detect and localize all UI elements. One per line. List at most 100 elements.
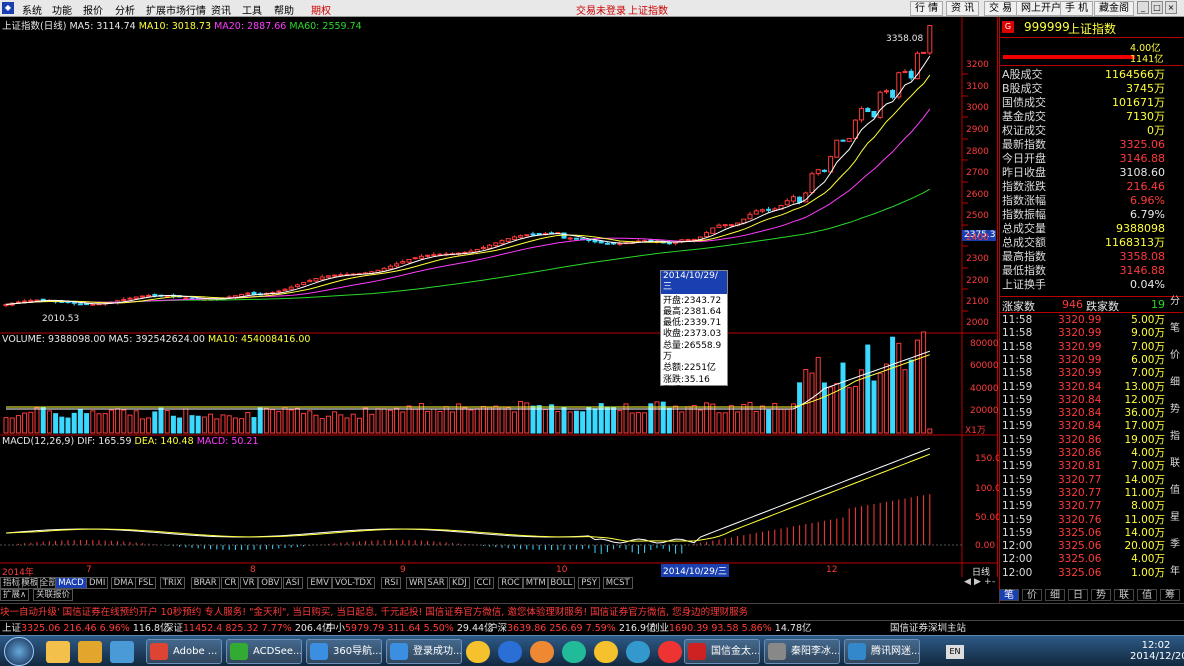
treasure-button[interactable]: 藏金阁: [1094, 1, 1134, 16]
indicator-tab-15[interactable]: RSI: [381, 577, 402, 589]
login-status[interactable]: 交易未登录: [576, 2, 626, 17]
minimize-icon[interactable]: _: [1137, 1, 1149, 14]
index-quote-0[interactable]: 上证3325.06 216.46 6.96% 116.8亿: [2, 621, 170, 636]
zoom-in-icon[interactable]: +: [984, 577, 992, 587]
tray-app-icon-0[interactable]: [466, 641, 490, 663]
tray-app-icon-5[interactable]: [626, 641, 650, 663]
start-button-icon[interactable]: [4, 637, 34, 666]
indicator-tab-5[interactable]: DMA: [110, 577, 137, 589]
taskbar-app-3[interactable]: 登录成功...: [386, 639, 462, 664]
indicator-tab-10[interactable]: VR: [239, 577, 258, 589]
quote-panel-tab-0[interactable]: 笔: [999, 589, 1019, 601]
menu-system[interactable]: 系统: [22, 2, 42, 17]
taskbar-app-0[interactable]: Adobe ...: [146, 639, 222, 664]
index-quote-2[interactable]: 中小5979.79 311.64 5.50% 29.44亿: [326, 621, 494, 636]
side-tab-2[interactable]: 价: [1167, 346, 1183, 361]
menu-info[interactable]: 资讯: [211, 2, 231, 17]
tray-app-icon-1[interactable]: [498, 641, 522, 663]
indicator-tab-4[interactable]: DMI: [86, 577, 109, 589]
indicator-tab-9[interactable]: CR: [221, 577, 240, 589]
quote-panel-tab-5[interactable]: 联: [1114, 589, 1134, 601]
side-tab-3[interactable]: 细: [1167, 373, 1183, 388]
indicator-tab-8[interactable]: BRAR: [190, 577, 220, 589]
taskbar-app-5[interactable]: 秦阳李冰...: [764, 639, 840, 664]
menu-help[interactable]: 帮助: [274, 2, 294, 17]
explorer-icon[interactable]: [46, 641, 70, 663]
maximize-icon[interactable]: □: [1151, 1, 1163, 14]
indicator-tab-12[interactable]: ASI: [282, 577, 303, 589]
indicator-tab-20[interactable]: ROC: [498, 577, 523, 589]
indicator-tab-22[interactable]: BOLL: [547, 577, 576, 589]
volume-bar: [852, 385, 858, 434]
quote-panel-tab-6[interactable]: 值: [1137, 589, 1157, 601]
side-tab-10[interactable]: 年: [1167, 562, 1183, 577]
language-icon[interactable]: EN: [946, 645, 964, 659]
indicator-tab-6[interactable]: FSL: [135, 577, 157, 589]
quote-panel-tab-3[interactable]: 日: [1068, 589, 1088, 601]
indicator-tab-7[interactable]: TRIX: [159, 577, 186, 589]
volume-bar: [536, 405, 542, 434]
news-button[interactable]: 资 讯: [946, 1, 980, 16]
taskbar-app-2[interactable]: 360导航...: [306, 639, 382, 664]
side-tab-9[interactable]: 季: [1167, 535, 1183, 550]
menu-tools[interactable]: 工具: [242, 2, 262, 17]
menu-function[interactable]: 功能: [52, 2, 72, 17]
related-quote-tab[interactable]: 关联报价: [33, 589, 74, 601]
quote-button[interactable]: 行 情: [910, 1, 944, 16]
tray-app-icon-4[interactable]: [594, 641, 618, 663]
ticker-text[interactable]: 块一自动升级' 国信证券在线预约开户 10秒预约 专人服务! "金天利", 当日…: [0, 607, 748, 618]
volume-bar: [152, 411, 158, 434]
side-tab-6[interactable]: 联: [1167, 454, 1183, 469]
indicator-tab-17[interactable]: SAR: [424, 577, 448, 589]
zoom-out-icon[interactable]: -: [992, 577, 995, 587]
app-pin-icon[interactable]: [110, 641, 134, 663]
expand-tab[interactable]: 扩展∧: [0, 589, 30, 601]
indicator-tab-19[interactable]: CCI: [473, 577, 494, 589]
kline-chart[interactable]: [0, 17, 998, 577]
tray-app-icon-6[interactable]: [658, 641, 682, 663]
index-quote-3[interactable]: 沪深3639.86 256.69 7.59% 216.9亿: [488, 621, 656, 636]
quote-panel-tab-4[interactable]: 势: [1091, 589, 1111, 601]
clock[interactable]: 12:02 2014/12/20: [1130, 640, 1184, 662]
side-tab-7[interactable]: 值: [1167, 481, 1183, 496]
scroll-right-icon[interactable]: ▶: [974, 577, 981, 587]
menu-extended-market[interactable]: 扩展市场行情: [146, 2, 206, 17]
tray-app-icon-3[interactable]: [562, 641, 586, 663]
indicator-tab-14[interactable]: VOL-TDX: [332, 577, 375, 589]
menu-analysis[interactable]: 分析: [115, 2, 135, 17]
quote-panel-tab-2[interactable]: 细: [1045, 589, 1065, 601]
side-tab-1[interactable]: 笔: [1167, 319, 1183, 334]
kline-chart-area[interactable]: 上证指数(日线) MA5: 3114.74 MA10: 3018.73 MA20…: [0, 17, 1007, 578]
open-account-button[interactable]: 网上开户: [1016, 1, 1066, 16]
scroll-left-icon[interactable]: ◀: [964, 577, 971, 587]
side-tab-5[interactable]: 指: [1167, 427, 1183, 442]
current-index-link[interactable]: 上证指数: [628, 2, 668, 17]
folder-icon[interactable]: [78, 641, 102, 663]
menu-quote[interactable]: 报价: [83, 2, 103, 17]
indicator-tab-16[interactable]: WR: [406, 577, 427, 589]
side-tab-8[interactable]: 星: [1167, 508, 1183, 523]
quote-panel-tab-1[interactable]: 价: [1022, 589, 1042, 601]
indicator-tab-13[interactable]: EMV: [307, 577, 332, 589]
date-cursor-tag: 2014/10/29/三: [661, 564, 729, 577]
index-quote-4[interactable]: 创业1690.39 93.58 5.86% 14.78亿: [650, 621, 812, 636]
tray-app-icon-2[interactable]: [530, 641, 554, 663]
indicator-tab-21[interactable]: MTM: [522, 577, 549, 589]
trade-button[interactable]: 交 易: [984, 1, 1018, 16]
indicator-tab-11[interactable]: OBV: [258, 577, 283, 589]
side-tab-0[interactable]: 分: [1167, 292, 1183, 307]
index-quote-1[interactable]: 深证11452.4 825.32 7.77% 206.4亿: [164, 621, 332, 636]
indicator-tab-24[interactable]: MCST: [602, 577, 633, 589]
side-tab-4[interactable]: 势: [1167, 400, 1183, 415]
indicator-tab-3[interactable]: MACD: [55, 577, 87, 589]
mobile-button[interactable]: 手 机: [1060, 1, 1094, 16]
taskbar-app-1[interactable]: ACDSee...: [226, 639, 302, 664]
taskbar-app-6[interactable]: 腾讯网迷...: [844, 639, 920, 664]
news-ticker[interactable]: 块一自动升级' 国信证券在线预约开户 10秒预约 专人服务! "金天利", 当日…: [0, 603, 1184, 620]
menu-options[interactable]: 期权: [311, 2, 331, 17]
taskbar-app-4[interactable]: 国信金太...: [684, 639, 760, 664]
indicator-tab-18[interactable]: KDJ: [449, 577, 470, 589]
close-icon[interactable]: ×: [1165, 1, 1177, 14]
quote-panel-tab-7[interactable]: 筹: [1160, 589, 1180, 601]
indicator-tab-23[interactable]: PSY: [578, 577, 600, 589]
